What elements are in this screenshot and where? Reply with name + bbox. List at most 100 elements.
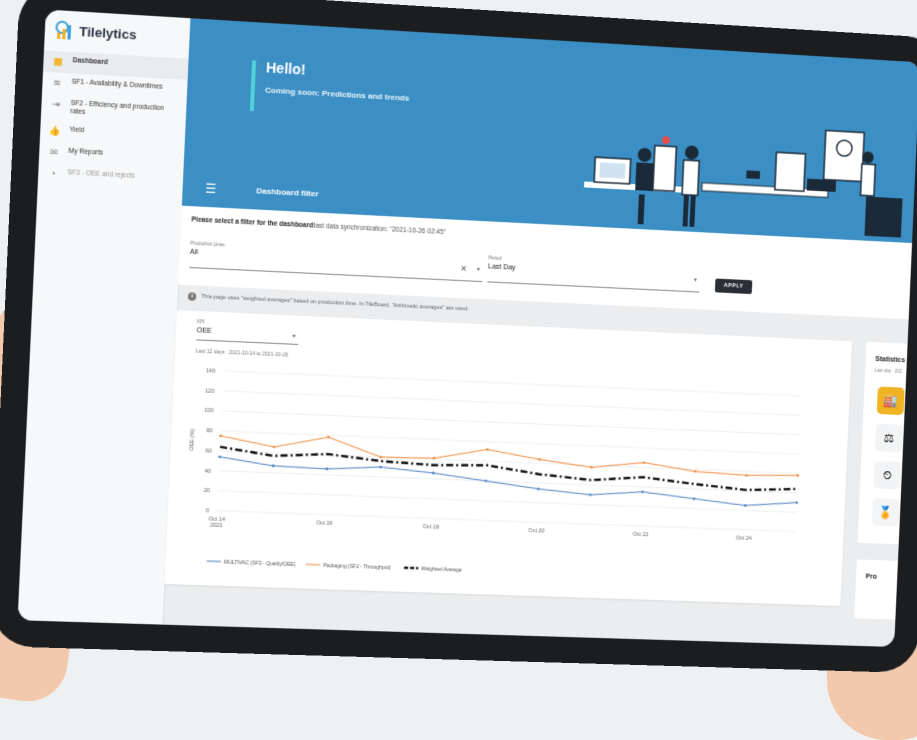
sidebar: Tilelytics ▦ Dashboard ≋ SF1 - Availability… — [18, 10, 192, 625]
data-point — [643, 461, 646, 464]
data-point — [219, 434, 222, 437]
gridline — [217, 511, 795, 532]
gridline — [223, 391, 801, 415]
data-point — [537, 488, 540, 491]
app-name: Tilelytics — [79, 23, 137, 42]
statistics-title: Statistics — [875, 356, 905, 364]
hero-banner: Hello! Coming soon: Predictions and tren… — [182, 18, 917, 243]
statistics-card: Statistics Last day : 202 🏭 ⚖ ⏲ 🏅 — [858, 342, 917, 546]
y-tick-label: 80 — [206, 428, 213, 434]
sidebar-item-label: SF3 - OEE and rejects — [67, 169, 135, 181]
data-point — [538, 458, 541, 461]
wifi-icon: ≋ — [51, 77, 64, 89]
data-point — [797, 474, 800, 477]
legend-label: MULTIVAC (SF3 - Quality/OEE) — [224, 560, 296, 568]
sidebar-item-label: My Reports — [68, 148, 103, 158]
data-point — [485, 480, 488, 483]
data-point — [486, 448, 489, 451]
data-point — [795, 501, 798, 504]
coming-soon-text: Coming soon: Predictions and trends — [265, 85, 410, 102]
data-point — [590, 466, 593, 469]
data-point — [589, 493, 592, 496]
production-lines-value: All — [190, 249, 198, 256]
factory-illustration — [572, 101, 908, 242]
period-select[interactable]: Period Last Day ▼ — [487, 261, 700, 292]
oee-line-chart: 020406080100120140OEE (%)Oct 142021Oct 1… — [165, 357, 850, 602]
filter-prompt: Please select a filter for the dashboard… — [191, 216, 315, 229]
period-value: Last Day — [488, 263, 516, 271]
gridline — [224, 371, 802, 396]
production-lines-label: Production Lines — [190, 241, 225, 248]
info-icon: i — [188, 292, 197, 300]
clear-icon[interactable]: ✕ — [460, 264, 467, 273]
kpi-label: KPI — [197, 319, 205, 324]
production-title: Pro — [865, 573, 876, 580]
dashboard-filter-title: Dashboard filter — [256, 186, 319, 198]
legend-label: Weighted Average — [421, 566, 462, 573]
accent-bar — [250, 60, 256, 111]
chevron-down-icon[interactable]: ▼ — [693, 277, 698, 283]
login-icon: ⇥ — [50, 99, 63, 111]
x-tick-label: Oct 16 — [316, 520, 333, 527]
speedometer-icon: ⏲ — [883, 468, 893, 483]
y-tick-label: 0 — [206, 508, 209, 514]
tablet-frame: Tilelytics ▦ Dashboard ≋ SF1 - Availability… — [0, 0, 917, 673]
data-point — [641, 491, 644, 494]
dashboard-icon: ▦ — [52, 56, 65, 68]
greeting: Hello! — [266, 59, 306, 77]
x-tick-label: Oct 24 — [736, 535, 752, 541]
data-point — [218, 455, 221, 458]
data-point — [380, 456, 383, 459]
kpi-select[interactable]: KPI OEE ▼ — [196, 321, 299, 345]
x-tick-label: Oct 18 — [423, 524, 439, 531]
info-text: This page uses "weighted averages" based… — [201, 294, 469, 313]
x-tick-label: Oct 20 — [528, 528, 544, 534]
data-point — [694, 470, 697, 473]
gridline — [218, 491, 796, 513]
chevron-down-icon[interactable]: ▼ — [476, 267, 481, 273]
factory-stat-button[interactable]: 🏭 — [877, 387, 905, 416]
statistics-subtitle: Last day : 202 — [875, 368, 902, 374]
data-point — [272, 465, 275, 468]
sync-status: last data synchronization: "2021-10-26 0… — [314, 223, 446, 237]
data-point — [693, 497, 696, 500]
x-tick-label: Oct 142021 — [208, 517, 225, 530]
y-tick-label: 100 — [204, 408, 214, 414]
medal-stat-button[interactable]: 🏅 — [872, 498, 900, 526]
sidebar-item-label: SF2 - Efficiency and production rates — [70, 100, 178, 122]
chevron-down-icon[interactable]: ▼ — [291, 334, 296, 340]
factory-icon: 🏭 — [883, 394, 898, 408]
data-point — [744, 504, 747, 507]
data-point — [273, 446, 276, 449]
period-label: Period — [488, 255, 501, 261]
data-point — [327, 436, 330, 439]
production-card: Pro — [854, 559, 917, 620]
data-point — [325, 468, 328, 471]
date-range: Last 12 days : 2021-10-14 to 2021-10-26 — [196, 349, 289, 359]
filter-sliders-icon[interactable]: ☰ — [205, 182, 217, 197]
apply-button[interactable]: APPLY — [715, 278, 753, 294]
oee-chart-card: KPI OEE ▼ Last 12 days : 2021-10-14 to 2… — [164, 310, 852, 606]
y-axis-label: OEE (%) — [189, 429, 196, 451]
production-lines-select[interactable]: Production Lines All ✕ ▼ — [189, 247, 483, 282]
logo-icon — [55, 20, 75, 39]
y-tick-label: 40 — [204, 468, 211, 474]
medal-icon: 🏅 — [878, 505, 893, 519]
sidebar-item-label: SF1 - Availability & Downtimes — [71, 78, 162, 91]
legend-label: Packaging (SF2 - Throughput) — [323, 563, 391, 571]
data-point — [379, 466, 382, 469]
y-tick-label: 20 — [203, 488, 210, 494]
y-tick-label: 120 — [205, 388, 215, 394]
gridline — [221, 431, 799, 454]
gridline — [219, 471, 797, 493]
y-tick-label: 60 — [205, 448, 212, 454]
speedometer-stat-button[interactable]: ⏲ — [873, 461, 901, 489]
balance-stat-button[interactable]: ⚖ — [875, 424, 903, 453]
sidebar-item-label: Dashboard — [72, 57, 108, 67]
data-point — [745, 474, 748, 477]
x-tick-label: Oct 22 — [633, 532, 649, 538]
mail-icon: ✉ — [47, 147, 60, 159]
kpi-value: OEE — [196, 327, 211, 335]
balance-icon: ⚖ — [884, 431, 895, 445]
thumbs-up-icon: 👍 — [48, 125, 61, 137]
